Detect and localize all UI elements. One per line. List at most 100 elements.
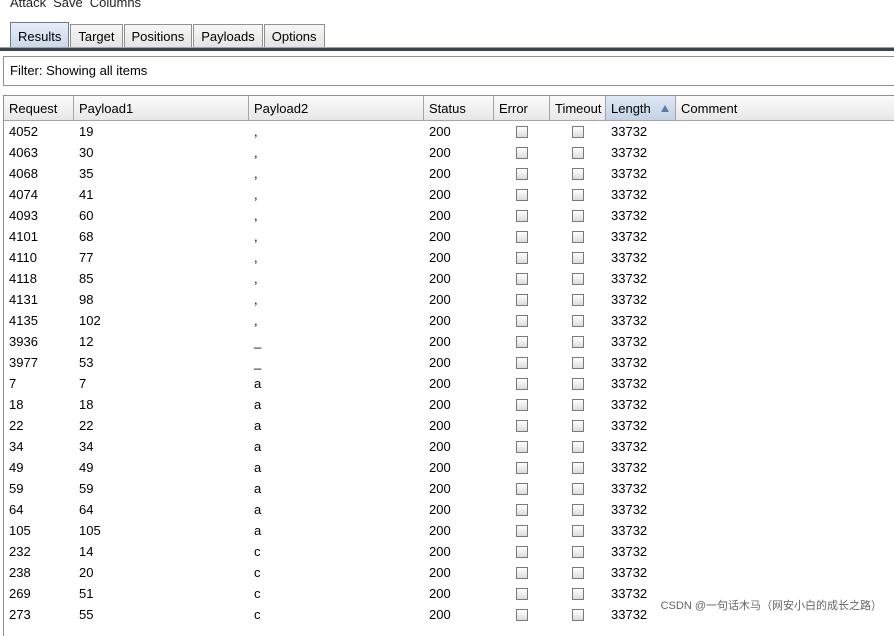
timeout-checkbox[interactable] (572, 314, 584, 327)
timeout-checkbox[interactable] (572, 188, 584, 201)
table-row[interactable]: 4101 68, 200 33732 (4, 226, 894, 247)
cell-length: 33732 (611, 481, 648, 496)
table-row[interactable]: 4074 41, 200 33732 (4, 184, 894, 205)
table-row[interactable]: 4063 30, 200 33732 (4, 142, 894, 163)
timeout-checkbox[interactable] (572, 608, 584, 621)
column-header-status[interactable]: Status (424, 96, 494, 121)
table-row[interactable]: 4093 60, 200 33732 (4, 205, 894, 226)
error-checkbox[interactable] (516, 188, 528, 201)
table-row[interactable]: 59 59 a 200 33732 (4, 478, 894, 499)
tab-results[interactable]: Results (10, 22, 70, 49)
cell-length: 33732 (611, 439, 648, 454)
error-checkbox[interactable] (516, 146, 528, 159)
error-checkbox[interactable] (516, 167, 528, 180)
cell-request: 64 (9, 502, 24, 517)
error-checkbox[interactable] (516, 398, 528, 411)
error-checkbox[interactable] (516, 230, 528, 243)
table-row[interactable]: 34 34 a 200 33732 (4, 436, 894, 457)
error-checkbox[interactable] (516, 356, 528, 369)
table-row[interactable]: 232 14 c 200 33732 (4, 541, 894, 562)
timeout-checkbox[interactable] (572, 272, 584, 285)
table-row[interactable]: 7 7 a 200 33732 (4, 373, 894, 394)
table-row[interactable]: 3936 12 _ 200 33732 (4, 331, 894, 352)
error-checkbox[interactable] (516, 461, 528, 474)
error-checkbox[interactable] (516, 314, 528, 327)
table-row[interactable]: 3977 53 _ 200 33732 (4, 352, 894, 373)
timeout-checkbox[interactable] (572, 146, 584, 159)
table-row[interactable]: 4135 102, 200 33732 (4, 310, 894, 331)
timeout-checkbox[interactable] (572, 398, 584, 411)
cell-payload2: , (254, 145, 258, 160)
table-row[interactable]: 4118 85, 200 33732 (4, 268, 894, 289)
error-checkbox[interactable] (516, 419, 528, 432)
menu-save[interactable]: Save (51, 0, 88, 11)
tab-options[interactable]: Options (263, 24, 325, 49)
column-header-payload2[interactable]: Payload2 (249, 96, 424, 121)
timeout-checkbox[interactable] (572, 419, 584, 432)
error-checkbox[interactable] (516, 566, 528, 579)
timeout-checkbox[interactable] (572, 293, 584, 306)
table-row[interactable]: 238 20 c 200 33732 (4, 562, 894, 583)
cell-payload2: , (254, 313, 258, 328)
table-row[interactable]: 4110 77, 200 33732 (4, 247, 894, 268)
timeout-checkbox[interactable] (572, 209, 584, 222)
timeout-checkbox[interactable] (572, 524, 584, 537)
table-row[interactable]: 4131 98, 200 33732 (4, 289, 894, 310)
column-header-length[interactable]: Length (606, 96, 676, 121)
timeout-checkbox[interactable] (572, 167, 584, 180)
error-checkbox[interactable] (516, 293, 528, 306)
menu-bar: Attack Save Columns (0, 0, 146, 11)
cell-length: 33732 (611, 460, 648, 475)
error-checkbox[interactable] (516, 377, 528, 390)
table-row[interactable]: 49 49 a 200 33732 (4, 457, 894, 478)
column-header-payload1[interactable]: Payload1 (74, 96, 249, 121)
timeout-checkbox[interactable] (572, 545, 584, 558)
table-row[interactable]: 4052 19, 200 33732 (4, 121, 894, 142)
column-header-timeout[interactable]: Timeout (550, 96, 606, 121)
cell-request: 4068 (9, 166, 38, 181)
error-checkbox[interactable] (516, 587, 528, 600)
timeout-checkbox[interactable] (572, 125, 584, 138)
tab-positions[interactable]: Positions (123, 24, 193, 49)
menu-attack[interactable]: Attack (0, 0, 51, 11)
error-checkbox[interactable] (516, 440, 528, 453)
error-checkbox[interactable] (516, 503, 528, 516)
error-checkbox[interactable] (516, 272, 528, 285)
table-row[interactable]: 22 22 a 200 33732 (4, 415, 894, 436)
timeout-checkbox[interactable] (572, 482, 584, 495)
table-row[interactable]: 64 64 a 200 33732 (4, 499, 894, 520)
filter-bar[interactable]: Filter: Showing all items (3, 56, 894, 86)
error-checkbox[interactable] (516, 482, 528, 495)
timeout-checkbox[interactable] (572, 251, 584, 264)
tab-target[interactable]: Target (70, 24, 123, 49)
error-checkbox[interactable] (516, 545, 528, 558)
column-header-error[interactable]: Error (494, 96, 550, 121)
timeout-checkbox[interactable] (572, 461, 584, 474)
timeout-checkbox[interactable] (572, 566, 584, 579)
error-checkbox[interactable] (516, 125, 528, 138)
cell-request: 34 (9, 439, 24, 454)
error-checkbox[interactable] (516, 524, 528, 537)
error-checkbox[interactable] (516, 335, 528, 348)
table-row[interactable]: 4068 35, 200 33732 (4, 163, 894, 184)
tab-payloads[interactable]: Payloads (193, 24, 263, 49)
cell-payload2: a (254, 418, 262, 433)
cell-status: 200 (429, 313, 451, 328)
table-row[interactable]: 18 18 a 200 33732 (4, 394, 894, 415)
timeout-checkbox[interactable] (572, 356, 584, 369)
menu-columns[interactable]: Columns (88, 0, 146, 11)
column-header-request[interactable]: Request (4, 96, 74, 121)
timeout-checkbox[interactable] (572, 440, 584, 453)
timeout-checkbox[interactable] (572, 377, 584, 390)
error-checkbox[interactable] (516, 608, 528, 621)
error-checkbox[interactable] (516, 209, 528, 222)
error-checkbox[interactable] (516, 251, 528, 264)
timeout-checkbox[interactable] (572, 503, 584, 516)
column-header-comment[interactable]: Comment (676, 96, 894, 121)
timeout-checkbox[interactable] (572, 335, 584, 348)
timeout-checkbox[interactable] (572, 230, 584, 243)
cell-status: 200 (429, 334, 451, 349)
cell-error (494, 541, 550, 562)
timeout-checkbox[interactable] (572, 587, 584, 600)
table-row[interactable]: 105 105 a 200 33732 (4, 520, 894, 541)
